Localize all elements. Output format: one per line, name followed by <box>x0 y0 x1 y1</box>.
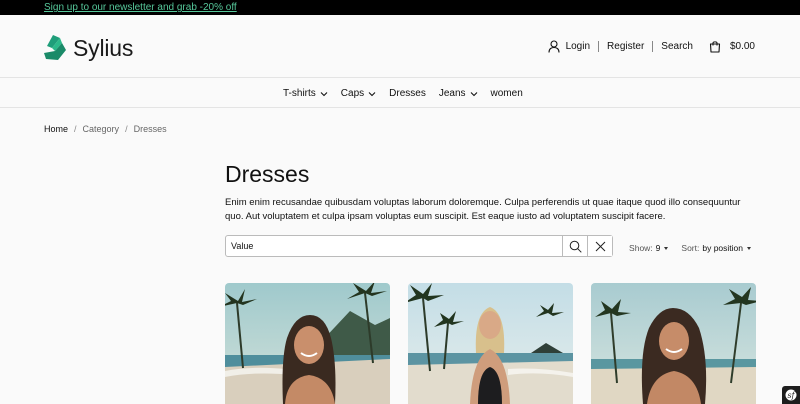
search-button[interactable] <box>562 236 587 256</box>
show-value: 9 <box>655 243 661 253</box>
register-link[interactable]: Register <box>607 41 644 52</box>
clear-button[interactable] <box>587 236 612 256</box>
chevron-down-icon <box>320 91 328 97</box>
product-image <box>225 283 390 404</box>
page-title: Dresses <box>225 161 310 187</box>
search-link[interactable]: Search <box>661 41 693 52</box>
caret-down-icon <box>664 246 669 250</box>
product-image <box>408 283 573 404</box>
nav-item-tshirts[interactable]: T-shirts <box>283 88 328 99</box>
category-description: Enim enim recusandae quibusdam voluptas … <box>225 197 741 222</box>
caret-down-icon <box>747 246 751 250</box>
search-icon <box>569 240 582 253</box>
sort-dropdown[interactable]: Sort: by position <box>681 243 751 253</box>
sort-label: Sort: <box>681 243 700 253</box>
listing-controls: Show: 9 Sort: by position <box>629 243 751 253</box>
product-card[interactable] <box>225 283 390 404</box>
breadcrumb: Home / Category / Dresses <box>44 124 167 134</box>
site-header: Sylius Login Register Search $0.00 <box>0 15 800 78</box>
breadcrumb-home[interactable]: Home <box>44 124 68 134</box>
sort-value: by position <box>702 243 743 253</box>
breadcrumb-current: Dresses <box>133 124 167 134</box>
symfony-toolbar-icon[interactable]: sf <box>782 386 800 404</box>
logo-text: Sylius <box>73 35 134 61</box>
product-card[interactable] <box>591 283 756 404</box>
nav-item-dresses[interactable]: Dresses <box>389 88 426 99</box>
nav-item-label: T-shirts <box>283 88 316 99</box>
product-card[interactable] <box>408 283 573 404</box>
newsletter-bar: Sign up to our newsletter and grab -20% … <box>0 0 800 15</box>
chevron-down-icon <box>470 91 478 97</box>
chevron-down-icon <box>368 91 376 97</box>
sylius-logo-icon <box>44 35 66 60</box>
user-icon <box>548 40 560 53</box>
close-icon <box>595 241 605 251</box>
shopping-bag-icon[interactable] <box>709 40 721 53</box>
product-image <box>591 283 756 404</box>
header-actions: Login Register Search $0.00 <box>548 40 755 53</box>
divider <box>598 41 600 52</box>
nav-item-label: Caps <box>340 88 365 99</box>
breadcrumb-separator: / <box>74 124 77 134</box>
search-input[interactable] <box>226 236 562 256</box>
divider <box>652 41 654 52</box>
cart-total[interactable]: $0.00 <box>730 41 755 52</box>
nav-item-caps[interactable]: Caps <box>341 88 376 99</box>
newsletter-link[interactable]: Sign up to our newsletter and grab -20% … <box>44 1 237 14</box>
breadcrumb-separator: / <box>125 124 128 134</box>
nav-item-label: Dresses <box>389 88 426 99</box>
nav-item-women[interactable]: women <box>491 88 523 99</box>
product-search <box>225 235 613 257</box>
logo[interactable]: Sylius <box>44 35 133 61</box>
login-link[interactable]: Login <box>566 41 590 52</box>
breadcrumb-category[interactable]: Category <box>83 124 120 134</box>
nav-item-jeans[interactable]: Jeans <box>439 88 478 99</box>
nav-item-label: Jeans <box>438 88 466 99</box>
main-nav: T-shirts Caps Dresses Jeans women <box>0 79 800 108</box>
show-dropdown[interactable]: Show: 9 <box>629 243 669 253</box>
nav-item-label: women <box>490 88 523 99</box>
show-label: Show: <box>629 243 653 253</box>
